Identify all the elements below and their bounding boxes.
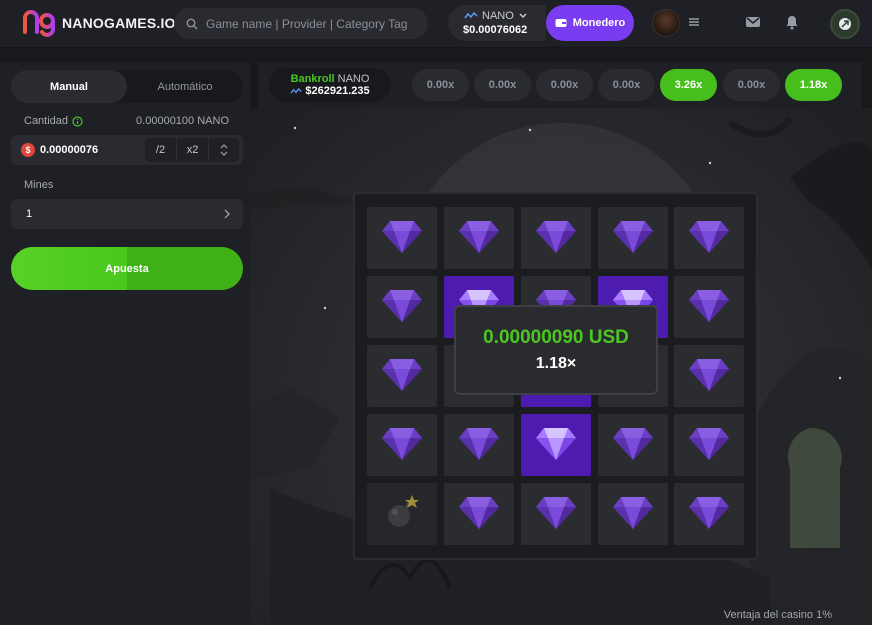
win-amount: 0.00000090 USD <box>483 327 629 348</box>
board-tile[interactable] <box>367 483 437 545</box>
board-tile[interactable] <box>444 414 514 476</box>
search-input[interactable]: Game name | Provider | Category Tag <box>174 8 428 39</box>
board-tile[interactable] <box>598 207 668 269</box>
gem-icon <box>457 217 501 260</box>
board-tile[interactable] <box>521 414 591 476</box>
gem-icon <box>457 493 501 536</box>
board-tile[interactable] <box>674 276 744 338</box>
history-multiplier: 0.00x <box>723 69 780 101</box>
gem-icon <box>611 217 655 260</box>
board-tile[interactable] <box>674 483 744 545</box>
board-tile[interactable] <box>367 414 437 476</box>
win-popup: 0.00000090 USD 1.18× <box>454 305 658 395</box>
bell-icon[interactable] <box>784 14 800 30</box>
gem-icon <box>687 217 731 260</box>
wallet-button[interactable]: Monedero <box>546 5 634 41</box>
bankroll-currency: NANO <box>337 73 370 85</box>
history-multiplier: 0.00x <box>412 69 469 101</box>
game-area: 0.00000090 USD 1.18× Ventaja del casino … <box>250 108 872 625</box>
wallet-icon <box>555 19 567 27</box>
gem-icon <box>611 424 655 467</box>
bet-panel: Manual Automático Cantidad 0.00000100 NA… <box>0 62 250 625</box>
brand-logo[interactable]: NANOGAMES.IO <box>22 8 176 38</box>
logo-icon <box>23 10 55 37</box>
gem-icon <box>687 355 731 398</box>
gem-icon <box>457 424 501 467</box>
wallet-label: Monedero <box>572 17 626 29</box>
gem-icon <box>380 424 424 467</box>
amount-value: 0.00000076 <box>40 144 99 156</box>
mines-select[interactable]: 1 <box>11 199 243 229</box>
user-avatar[interactable] <box>652 9 680 37</box>
bankroll-display: Bankroll NANO $262921.235 <box>269 68 391 102</box>
gem-icon <box>534 493 578 536</box>
history-multiplier: 0.00x <box>598 69 655 101</box>
board-tile[interactable] <box>598 483 668 545</box>
mines-value: 1 <box>26 208 33 220</box>
half-button[interactable]: /2 <box>145 138 177 162</box>
menu-icon[interactable] <box>688 16 700 28</box>
nano-icon <box>464 12 478 19</box>
stepper-button[interactable] <box>209 138 239 162</box>
chevron-updown-icon <box>220 144 228 156</box>
board-tile[interactable] <box>367 345 437 407</box>
chevron-down-icon <box>519 13 527 19</box>
board-tile[interactable] <box>598 414 668 476</box>
bet-button[interactable]: Apuesta <box>11 247 243 290</box>
tab-automatic[interactable]: Automático <box>127 70 243 103</box>
bankroll-amount: $262921.235 <box>305 85 370 97</box>
board-tile[interactable] <box>674 414 744 476</box>
gem-icon <box>534 217 578 260</box>
amount-label: Cantidad <box>24 115 69 127</box>
board-tile[interactable] <box>521 207 591 269</box>
board-tile[interactable] <box>367 276 437 338</box>
win-multiplier: 1.18× <box>535 355 577 372</box>
info-icon[interactable] <box>72 115 83 127</box>
house-edge-text: Ventaja del casino 1% <box>723 609 832 621</box>
balance-currency: NANO <box>482 10 514 22</box>
amount-controls: /2 x2 <box>145 138 239 162</box>
gem-icon <box>687 493 731 536</box>
board-tile[interactable] <box>444 207 514 269</box>
double-button[interactable]: x2 <box>177 138 209 162</box>
currency-coin-icon: $ <box>21 143 35 157</box>
amount-min: 0.00000100 NANO <box>136 115 229 127</box>
history-multiplier: 0.00x <box>474 69 531 101</box>
board-tile[interactable] <box>444 483 514 545</box>
gem-icon <box>380 355 424 398</box>
bankroll-label: Bankroll <box>290 73 335 85</box>
search-placeholder: Game name | Provider | Category Tag <box>206 16 408 31</box>
history-multiplier: 1.18x <box>785 69 842 101</box>
balance-amount: $0.00076062 <box>463 24 528 36</box>
tab-manual[interactable]: Manual <box>11 70 127 103</box>
history-multiplier: 0.00x <box>536 69 593 101</box>
brand-name: NANOGAMES.IO <box>62 15 176 31</box>
profile-icon <box>839 18 851 30</box>
top-bar: NANOGAMES.IO Game name | Provider | Cate… <box>0 0 872 48</box>
gem-icon <box>380 217 424 260</box>
gem-icon <box>611 493 655 536</box>
mail-icon[interactable] <box>745 14 761 30</box>
history-multiplier: 3.26x <box>660 69 717 101</box>
board-tile[interactable] <box>367 207 437 269</box>
mode-tabs: Manual Automático <box>11 70 243 103</box>
amount-input[interactable]: $ 0.00000076 /2 x2 <box>11 135 243 165</box>
gem-icon <box>380 286 424 329</box>
mines-label: Mines <box>24 179 54 191</box>
search-icon <box>186 17 198 30</box>
history-bar: Bankroll NANO $262921.235 0.00x 0.00x 0.00… <box>258 62 862 108</box>
amount-label-row: Cantidad <box>24 115 83 127</box>
board-tile[interactable] <box>521 483 591 545</box>
gem-icon <box>687 424 731 467</box>
balance-selector[interactable]: NANO $0.00076062 <box>448 5 546 41</box>
mine-bomb-icon <box>382 492 422 537</box>
gem-icon <box>534 424 578 467</box>
nano-icon <box>290 87 302 94</box>
gem-icon <box>687 286 731 329</box>
profile-button[interactable] <box>830 9 860 39</box>
board-tile[interactable] <box>674 207 744 269</box>
board-tile[interactable] <box>674 345 744 407</box>
chevron-right-icon <box>224 209 230 219</box>
